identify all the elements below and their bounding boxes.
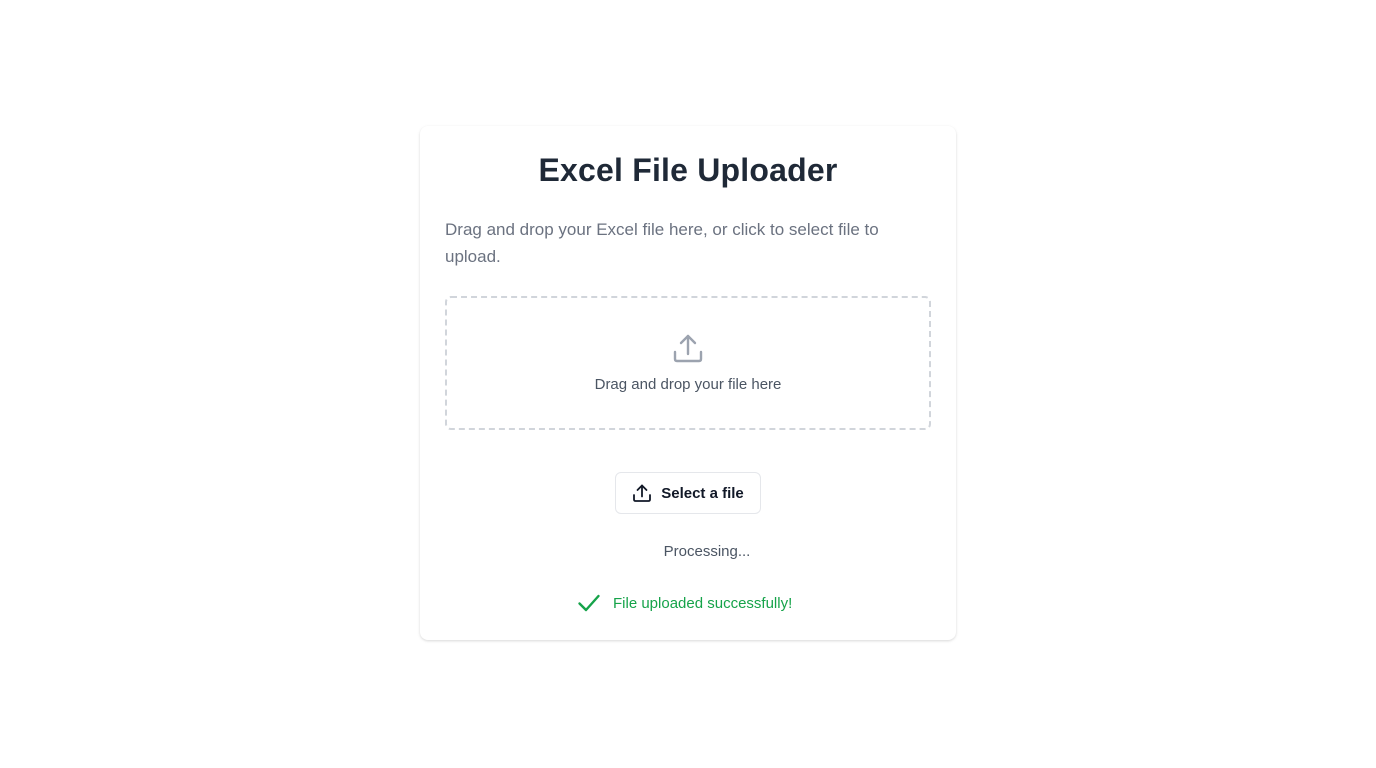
success-message: File uploaded successfully! (577, 591, 792, 615)
select-file-button[interactable]: Select a file (615, 472, 761, 514)
file-dropzone[interactable]: Drag and drop your file here (445, 296, 931, 430)
dropzone-label: Drag and drop your file here (594, 376, 782, 393)
processing-status: Processing... (663, 543, 751, 560)
page-title: Excel File Uploader (538, 152, 838, 188)
uploader-card: Excel File Uploader Drag and drop your E… (420, 126, 956, 640)
checkmark-icon (578, 594, 600, 612)
upload-icon (633, 484, 652, 502)
upload-description: Drag and drop your Excel file here, or c… (445, 220, 879, 266)
select-file-button-label: Select a file (661, 484, 744, 502)
success-text: File uploaded successfully! (613, 594, 793, 612)
upload-icon (673, 334, 703, 363)
